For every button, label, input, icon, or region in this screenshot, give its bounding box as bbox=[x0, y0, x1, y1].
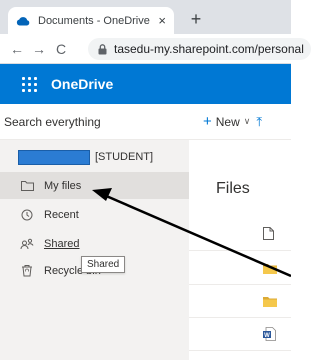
forward-button[interactable]: → bbox=[28, 38, 50, 60]
app-name[interactable]: OneDrive bbox=[51, 76, 113, 92]
redacted-name-bar bbox=[18, 149, 90, 165]
word-doc-icon: W bbox=[263, 326, 276, 346]
new-button-label: New bbox=[215, 114, 240, 129]
folder-icon bbox=[20, 179, 34, 193]
nav-label: Shared bbox=[44, 237, 80, 250]
svg-text:W: W bbox=[264, 332, 270, 338]
nav-label: My files bbox=[44, 179, 82, 192]
nav-item-shared[interactable]: Shared bbox=[0, 230, 189, 257]
tab-title: Documents - OneDrive bbox=[38, 14, 150, 27]
nav-item-my-files[interactable]: My files bbox=[0, 172, 189, 199]
nav-item-recent[interactable]: Recent bbox=[0, 201, 189, 228]
file-type-icon[interactable] bbox=[263, 227, 274, 245]
address-bar[interactable]: tasedu-my.sharepoint.com/personal bbox=[88, 38, 311, 60]
browser-toolbar: ← → C tasedu-my.sharepoint.com/personal bbox=[0, 34, 311, 64]
back-button[interactable]: ← bbox=[6, 38, 28, 60]
command-bar: + New ∨ ⤒ bbox=[189, 104, 291, 140]
lock-icon bbox=[96, 43, 108, 55]
search-input[interactable] bbox=[4, 114, 174, 129]
upload-icon[interactable]: ⤒ bbox=[256, 114, 262, 130]
account-label: [STUDENT] bbox=[95, 151, 154, 163]
page-title: Files bbox=[216, 180, 250, 197]
folder-icon bbox=[263, 294, 277, 312]
close-tab-icon[interactable]: × bbox=[158, 13, 166, 28]
file-list-header bbox=[189, 222, 291, 251]
reload-button[interactable]: C bbox=[50, 38, 72, 60]
search-box[interactable] bbox=[0, 104, 189, 140]
left-navigation: [STUDENT] My files Recent Shared Recycle… bbox=[0, 104, 189, 360]
browser-tabstrip: Documents - OneDrive × + bbox=[0, 0, 291, 34]
chevron-down-icon: ∨ bbox=[243, 116, 251, 126]
plus-icon: + bbox=[203, 113, 212, 130]
clock-icon bbox=[20, 208, 34, 222]
new-tab-button[interactable]: + bbox=[186, 9, 206, 29]
recycle-bin-icon bbox=[20, 264, 34, 278]
new-button[interactable]: + New ∨ bbox=[203, 113, 250, 130]
nav-label: Recent bbox=[44, 208, 79, 221]
people-icon bbox=[20, 237, 34, 251]
list-item[interactable]: W bbox=[189, 322, 291, 351]
account-name: [STUDENT] bbox=[18, 149, 153, 165]
suite-header: OneDrive bbox=[0, 64, 291, 104]
shared-tooltip: Shared bbox=[81, 256, 126, 273]
url-text: tasedu-my.sharepoint.com/personal bbox=[114, 42, 304, 56]
browser-tab[interactable]: Documents - OneDrive × bbox=[8, 7, 174, 34]
onedrive-cloud-icon bbox=[16, 14, 30, 28]
list-item[interactable] bbox=[189, 256, 291, 285]
folder-icon bbox=[263, 261, 277, 279]
app-launcher-icon[interactable] bbox=[19, 74, 39, 94]
list-item[interactable] bbox=[189, 289, 291, 318]
